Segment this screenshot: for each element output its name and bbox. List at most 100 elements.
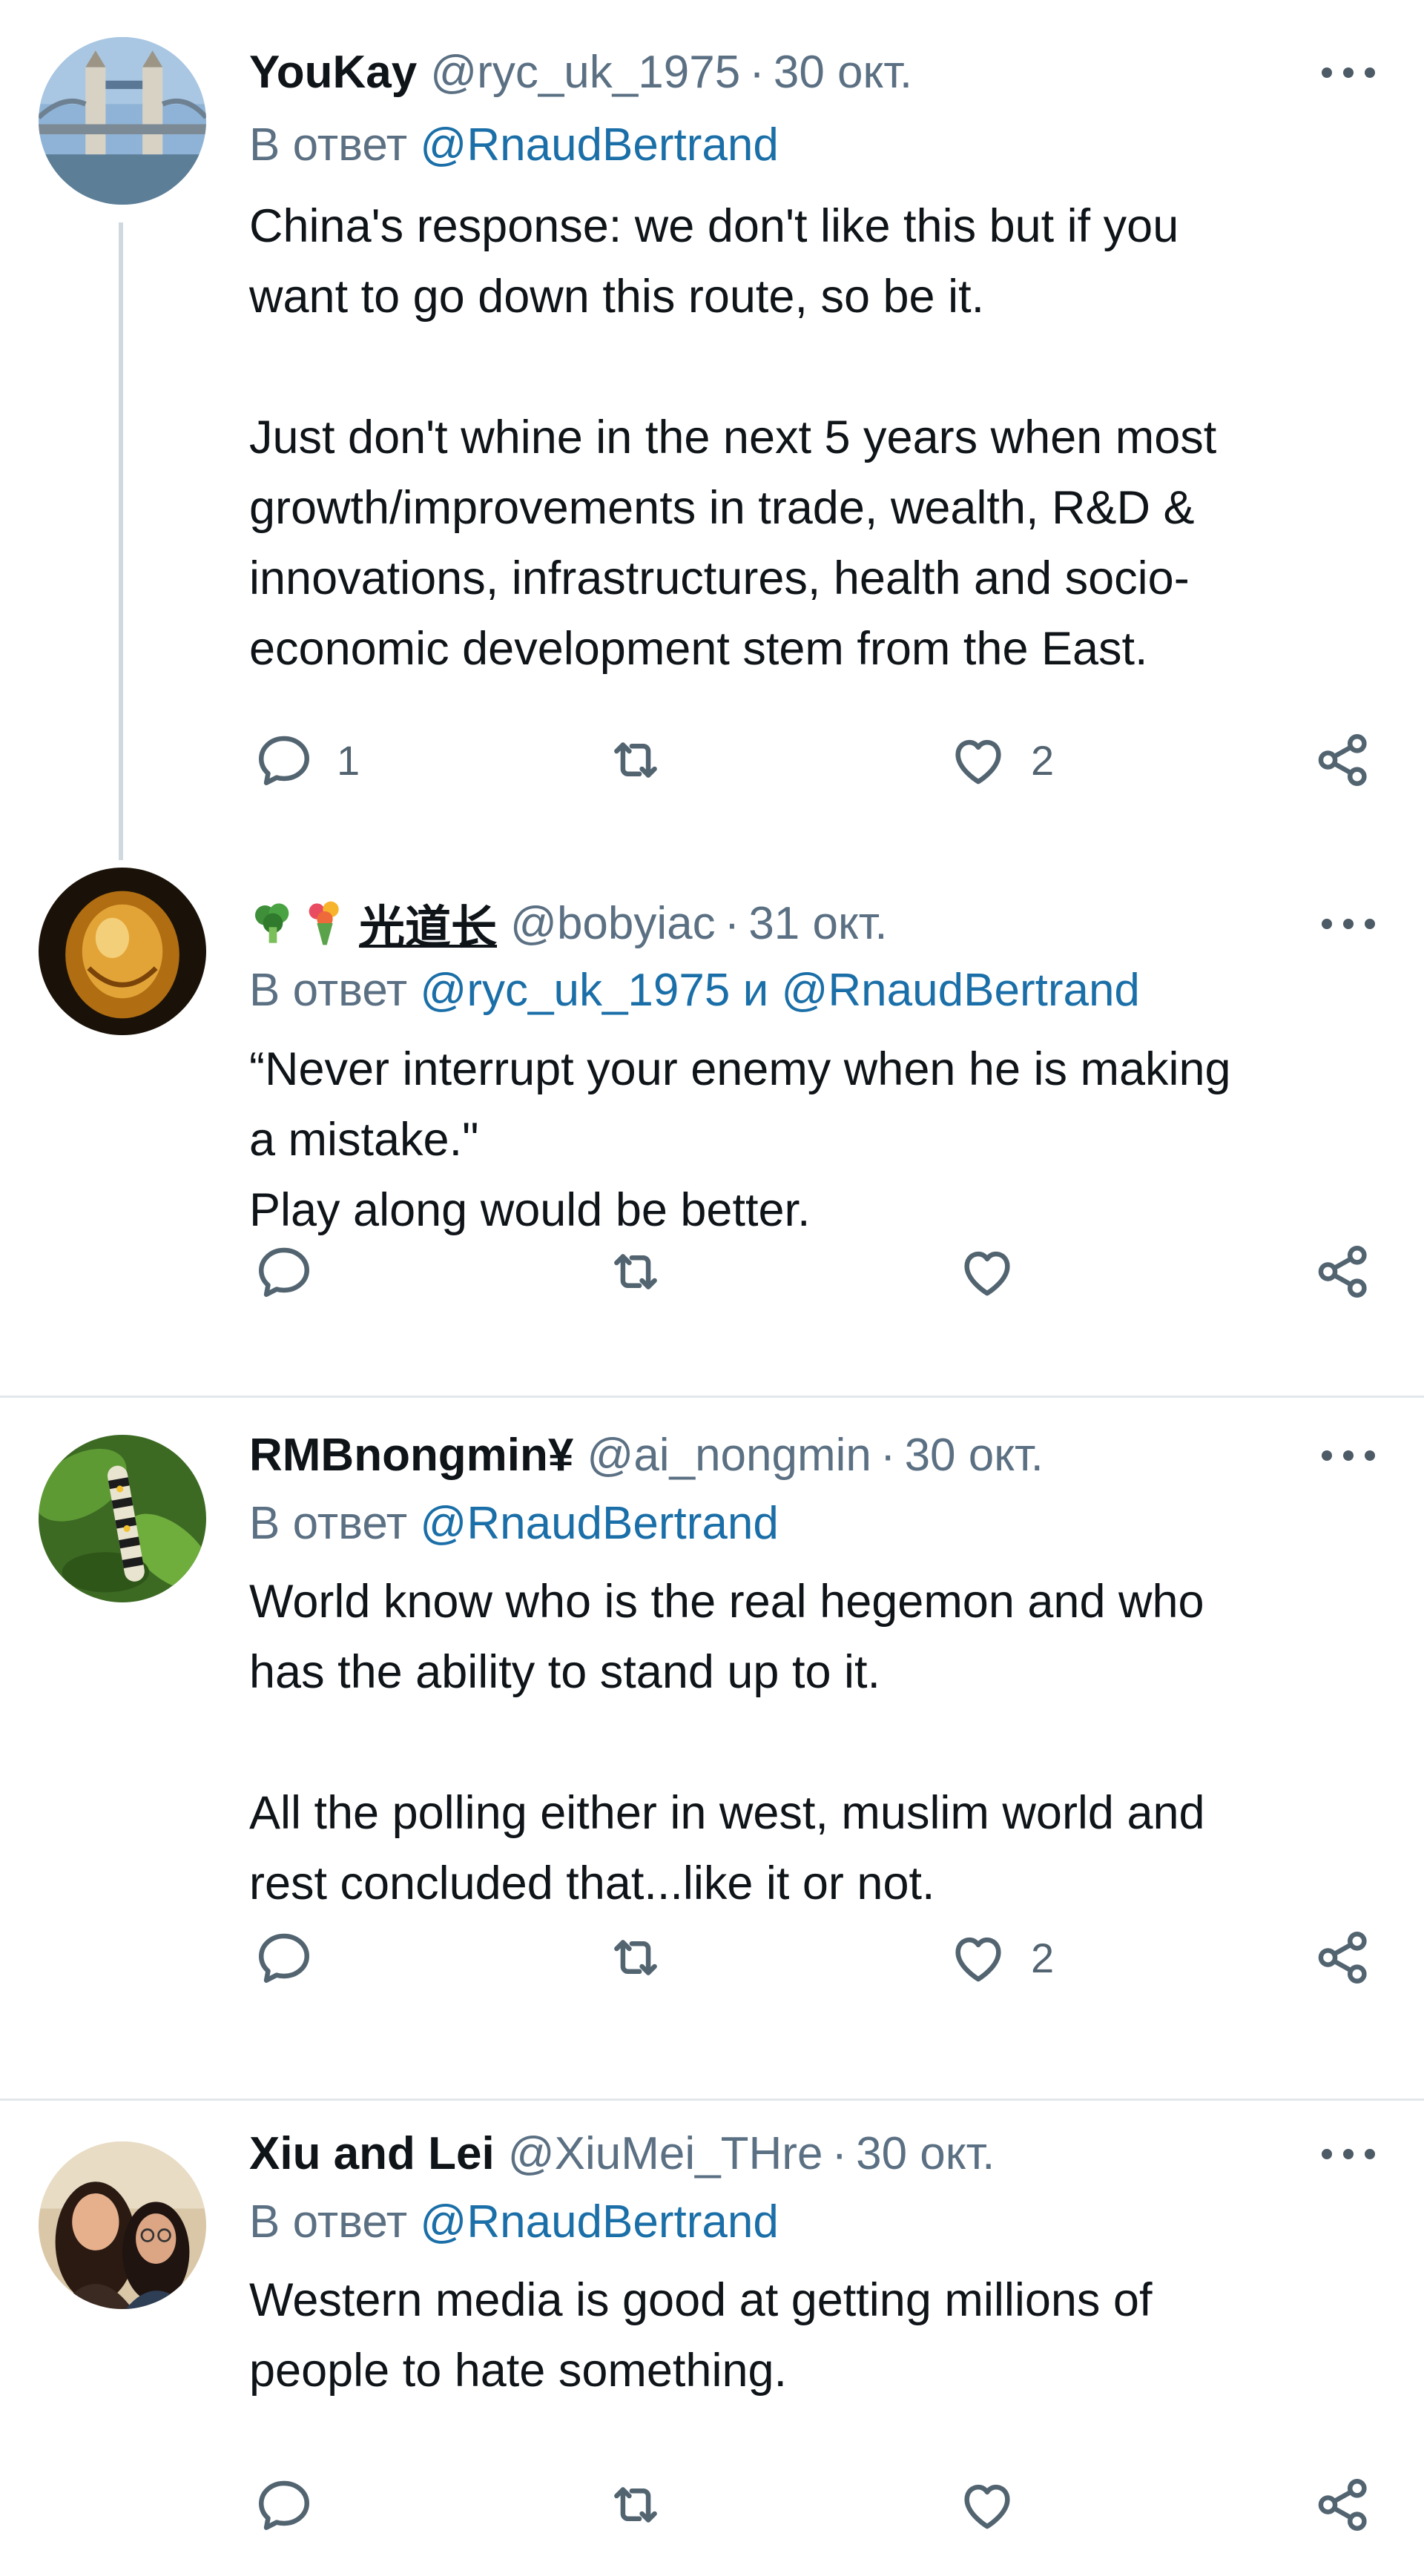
reply-button[interactable]: 1 — [254, 719, 360, 801]
action-bar — [0, 1231, 1424, 1312]
retweet-icon — [614, 1940, 657, 1975]
action-bar — [0, 2464, 1424, 2546]
tower-bridge-avatar-icon — [39, 37, 206, 205]
share-button[interactable] — [1313, 1917, 1374, 1998]
tweet-4[interactable]: Xiu and Lei @XiuMei_THre · 30 окт. В отв… — [0, 2101, 1424, 2576]
share-button[interactable] — [1313, 1231, 1374, 1312]
separator-dot: · — [880, 1429, 896, 1481]
like-button[interactable] — [957, 1231, 1018, 1312]
text-line: “Never interrupt your enemy when he is m… — [249, 1043, 1231, 1095]
more-icon[interactable] — [1322, 58, 1375, 87]
name-emojis — [249, 899, 353, 947]
tweet-1[interactable]: YouKay @ryc_uk_1975 · 30 окт. В ответ @R… — [0, 0, 1424, 868]
reply-to-line: В ответ @RnaudBertrand — [249, 119, 779, 171]
retweet-icon — [614, 742, 657, 778]
text-line: innovations, infrastructures, health and… — [249, 552, 1190, 604]
tweet-date[interactable]: 30 окт. — [905, 1429, 1044, 1482]
avatar-bobyiac[interactable] — [39, 868, 206, 1035]
tweet-text: “Never interrupt your enemy when he is m… — [249, 1034, 1377, 1246]
share-button[interactable] — [1313, 2464, 1374, 2546]
mention-link[interactable]: @ryc_uk_1975 — [420, 965, 730, 1016]
tweet-3[interactable]: RMBnongmin¥ @ai_nongmin · 30 окт. В отве… — [0, 1398, 1424, 2098]
tweet-header: 光道长 @bobyiac · 31 окт. — [249, 890, 888, 957]
display-name[interactable]: YouKay — [249, 46, 417, 99]
like-button[interactable] — [957, 2464, 1018, 2546]
reply-icon — [259, 1933, 309, 1983]
reply-prefix: В ответ — [249, 2196, 408, 2248]
action-bar: 1 2 — [0, 719, 1424, 801]
display-name[interactable]: 光道长 — [359, 890, 497, 957]
mention-link[interactable]: @RnaudBertrand — [420, 1498, 778, 1549]
text-line: Western media is good at getting million… — [249, 2274, 1153, 2326]
broccoli-icon — [255, 903, 289, 943]
user-handle[interactable]: @ryc_uk_1975 — [430, 46, 740, 99]
reply-prefix: В ответ — [249, 1498, 408, 1549]
retweet-button[interactable] — [605, 719, 666, 801]
tweet-text: Western media is good at getting million… — [249, 2265, 1377, 2406]
reply-icon — [259, 1247, 309, 1297]
reply-joiner: и — [742, 965, 769, 1016]
more-icon[interactable] — [1322, 2139, 1375, 2169]
like-button[interactable]: 2 — [948, 719, 1054, 801]
separator-dot: · — [724, 897, 740, 949]
reply-icon — [259, 736, 309, 785]
reply-to-line: В ответ @RnaudBertrand — [249, 1497, 779, 1550]
mention-link[interactable]: @RnaudBertrand — [781, 965, 1139, 1016]
more-icon[interactable] — [1322, 1441, 1375, 1470]
avatar-xiumei[interactable] — [39, 2141, 206, 2309]
retweet-button[interactable] — [605, 1231, 666, 1312]
tweet-date[interactable]: 31 окт. — [748, 897, 887, 950]
display-name[interactable]: RMBnongmin¥ — [249, 1429, 573, 1482]
reply-count: 1 — [337, 736, 360, 784]
user-handle[interactable]: @ai_nongmin — [587, 1429, 871, 1482]
text-line: China's response: we don't like this but… — [249, 200, 1179, 252]
mention-link[interactable]: @RnaudBertrand — [420, 2196, 778, 2248]
display-name[interactable]: Xiu and Lei — [249, 2127, 495, 2180]
tweet-date[interactable]: 30 окт. — [856, 2127, 995, 2180]
heart-icon — [964, 1251, 1010, 1296]
reply-prefix: В ответ — [249, 119, 408, 171]
avatar-youkay[interactable] — [39, 37, 206, 205]
tweet-date[interactable]: 30 окт. — [774, 46, 912, 99]
text-line: All the polling either in west, muslim w… — [249, 1787, 1205, 1839]
share-icon — [1318, 1245, 1367, 1298]
like-button[interactable]: 2 — [948, 1917, 1054, 1998]
share-button[interactable] — [1313, 719, 1374, 801]
user-handle[interactable]: @XiuMei_THre — [508, 2127, 823, 2180]
text-line: World know who is the real hegemon and w… — [249, 1576, 1204, 1628]
retweet-button[interactable] — [605, 1917, 666, 1998]
amber-shell-avatar-icon — [39, 868, 206, 1035]
retweet-icon — [614, 1254, 657, 1289]
avatar-ai-nongmin[interactable] — [39, 1435, 206, 1602]
user-handle[interactable]: @bobyiac — [510, 897, 716, 950]
share-icon — [1318, 2478, 1367, 2532]
tweet-header: RMBnongmin¥ @ai_nongmin · 30 окт. — [249, 1421, 1044, 1488]
heart-icon — [955, 739, 1001, 785]
retweet-button[interactable] — [605, 2464, 666, 2546]
heart-icon — [955, 1937, 1001, 1982]
share-icon — [1318, 1931, 1367, 1984]
caterpillar-avatar-icon — [39, 1435, 206, 1602]
text-line: want to go down this route, so be it. — [249, 271, 985, 323]
reply-button[interactable] — [254, 1231, 314, 1312]
reply-to-line: В ответ @ryc_uk_1975 и @RnaudBertrand — [249, 964, 1140, 1017]
reply-to-line: В ответ @RnaudBertrand — [249, 2196, 779, 2248]
separator-dot: · — [749, 46, 765, 98]
action-bar: 2 — [0, 1917, 1424, 1998]
reply-button[interactable] — [254, 1917, 314, 1998]
two-women-avatar-icon — [39, 2141, 206, 2309]
tweet-header: YouKay @ryc_uk_1975 · 30 окт. — [249, 39, 912, 105]
tweet-text: World know who is the real hegemon and w… — [249, 1567, 1377, 1919]
reply-prefix: В ответ — [249, 965, 408, 1016]
reply-button[interactable] — [254, 2464, 314, 2546]
reply-icon — [259, 2480, 309, 2530]
like-count: 2 — [1031, 736, 1055, 784]
like-count: 2 — [1031, 1934, 1055, 1981]
tweet-2[interactable]: 光道长 @bobyiac · 31 окт. В ответ @ryc_uk_1… — [0, 868, 1424, 1398]
more-icon[interactable] — [1322, 909, 1375, 939]
bouquet-icon — [309, 901, 339, 945]
separator-dot: · — [831, 2127, 848, 2179]
mention-link[interactable]: @RnaudBertrand — [420, 119, 778, 171]
text-line: Just don't whine in the next 5 years whe… — [249, 412, 1217, 463]
text-line: growth/improvements in trade, wealth, R&… — [249, 482, 1195, 534]
